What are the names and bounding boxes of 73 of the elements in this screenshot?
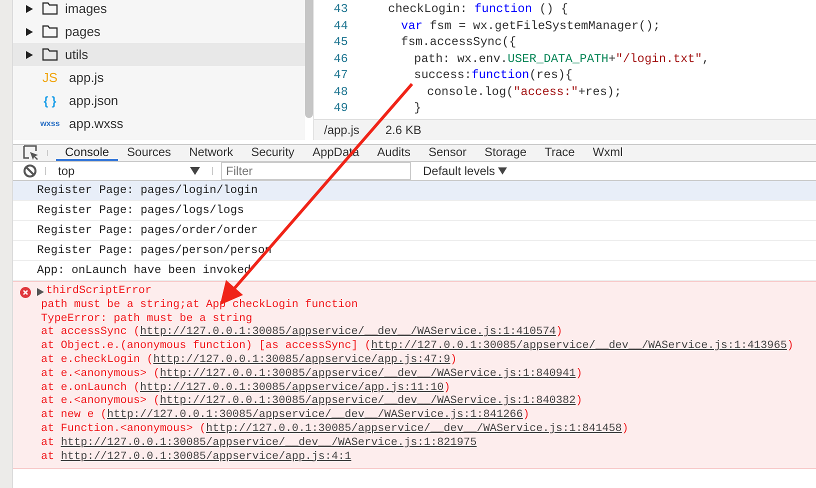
- collapsed-arrow-icon[interactable]: [26, 4, 33, 12]
- code-line: }: [414, 101, 422, 116]
- source-link[interactable]: http://127.0.0.1:30085/appservice/app.js:11:10: [140, 382, 444, 394]
- devtools-tab[interactable]: Trace: [536, 145, 584, 161]
- source-link[interactable]: http://127.0.0.1:30085/appservice/__dev__/WAService.js:1:410574: [140, 326, 556, 338]
- source-link[interactable]: http://127.0.0.1:30085/appservice/__dev__/WAService.js:1:841458: [206, 422, 622, 435]
- line-number: 47: [332, 68, 348, 82]
- stack-frame: at http://127.0.0.1:30085/appservice/app.js:4:1: [37, 450, 794, 464]
- error-text: TypeError: path must be a string: [40, 312, 254, 326]
- inspect-icon[interactable]: [23, 145, 39, 161]
- devtools-tab[interactable]: Network: [180, 145, 242, 161]
- stack-frame: at new e (http://127.0.0.1:30085/appservice/__dev__/WAService.js:1:841266): [37, 409, 794, 423]
- line-number: 46: [332, 52, 348, 66]
- folder-icon: [42, 48, 58, 61]
- line-number: 44: [332, 18, 348, 33]
- file-tree-item[interactable]: JS app.js: [13, 66, 305, 89]
- stack-frame: at Object.e.(anonymous function) [as accessSync] (http://127.0.0.1:30085/appservice/__dev__/WAService.js:1:413965): [37, 340, 794, 354]
- collapsed-arrow-icon[interactable]: [26, 50, 33, 58]
- devtools-tab[interactable]: Console: [56, 145, 118, 161]
- dropdown-caret-icon: [190, 167, 200, 175]
- devtools-tab[interactable]: Storage: [476, 145, 536, 161]
- devtools-tab[interactable]: Wxml: [584, 145, 632, 161]
- source-link[interactable]: http://127.0.0.1:30085/appservice/app.js:47:9: [153, 354, 450, 366]
- file-tree-item[interactable]: wxss app.wxss: [13, 112, 305, 135]
- file-path: /app.js: [324, 123, 360, 137]
- folder-icon: [42, 2, 58, 15]
- code-editor[interactable]: 43 checkLogin: function () { 44 var fsm = wx.getFileSystemManager(); 45 fsm.accessSync({ 46 path: wx.env.USER_DATA_PATH+"/login.txt", 47 success:function(res){ 48 console.log("access:"+res); 49 }: [314, 0, 816, 119]
- code-line: console.log("access:"+res);: [427, 84, 622, 99]
- clear-console-icon[interactable]: [23, 164, 37, 178]
- error-icon: [20, 287, 31, 298]
- source-link[interactable]: http://127.0.0.1:30085/appservice/__dev__/WAService.js:1:413965: [371, 340, 787, 352]
- devtools-tab[interactable]: Sensor: [420, 145, 476, 161]
- filter-field[interactable]: Filter: [221, 162, 411, 180]
- source-link[interactable]: http://127.0.0.1:30085/appservice/__dev__/WAService.js:1:840382: [160, 395, 576, 408]
- code-line: var fsm = wx.getFileSystemManager();: [401, 18, 660, 33]
- line-number: 45: [332, 35, 348, 50]
- line-number: 43: [332, 2, 348, 16]
- stack-frame: at e.onLaunch (http://127.0.0.1:30085/appservice/app.js:11:10): [37, 382, 794, 396]
- source-link[interactable]: http://127.0.0.1:30085/appservice/__dev__/WAService.js:1:841266: [107, 409, 523, 422]
- file-tree-item[interactable]: { } app.json: [13, 89, 305, 112]
- devtools-tab[interactable]: Security: [242, 145, 304, 161]
- source-link[interactable]: http://127.0.0.1:30085/appservice/app.js:4:1: [60, 450, 352, 463]
- error-title: thirdScriptError: [46, 285, 152, 299]
- line-number: 49: [332, 101, 348, 116]
- code-line: fsm.accessSync({: [401, 35, 516, 50]
- source-link[interactable]: http://127.0.0.1:30085/appservice/__dev__/WAService.js:1:840941: [160, 368, 576, 380]
- console-message: Register Page: pages/order/order: [13, 221, 816, 241]
- stack-frame: at e.<anonymous> (http://127.0.0.1:30085/appservice/__dev__/WAService.js:1:840941): [37, 368, 794, 382]
- file-size: 2.6 KB: [385, 123, 422, 137]
- file-tree-item[interactable]: images: [13, 0, 305, 20]
- devtools-tab[interactable]: Sources: [118, 145, 180, 161]
- collapsed-arrow-icon[interactable]: [26, 28, 33, 36]
- stack-frame: at accessSync (http://127.0.0.1:30085/appservice/__dev__/WAService.js:1:410574): [37, 326, 794, 340]
- stack-frame: at Function.<anonymous> (http://127.0.0.1:30085/appservice/__dev__/WAService.js:1:841458): [37, 422, 794, 437]
- code-line: success:function(res){: [414, 68, 572, 82]
- dropdown-caret-icon: [498, 167, 508, 175]
- stack-frame: at e.checkLogin (http://127.0.0.1:30085/appservice/app.js:47:9): [37, 354, 794, 368]
- folder-icon: [42, 25, 58, 38]
- stack-frame: at e.<anonymous> (http://127.0.0.1:30085/appservice/__dev__/WAService.js:1:840382): [37, 395, 794, 410]
- console-message: Register Page: pages/logs/logs: [13, 201, 816, 221]
- stack-frame: at http://127.0.0.1:30085/appservice/__dev__/WAService.js:1:821975: [37, 436, 794, 451]
- file-tree-item[interactable]: utils: [13, 43, 305, 66]
- file-tree-item[interactable]: pages: [13, 20, 305, 43]
- levels-dropdown[interactable]: Default levels: [423, 164, 508, 178]
- scrollbar[interactable]: [305, 0, 313, 118]
- console-message: Register Page: pages/login/login: [13, 181, 816, 201]
- devtools-tab[interactable]: Audits: [368, 145, 420, 161]
- source-link[interactable]: http://127.0.0.1:30085/appservice/__dev__/WAService.js:1:821975: [60, 436, 477, 449]
- line-number: 48: [332, 84, 348, 99]
- code-line: checkLogin: function () {: [388, 2, 568, 16]
- context-dropdown[interactable]: top: [54, 164, 204, 178]
- code-line: path: wx.env.USER_DATA_PATH+"/login.txt",: [414, 52, 710, 66]
- expand-arrow-icon[interactable]: [37, 288, 44, 296]
